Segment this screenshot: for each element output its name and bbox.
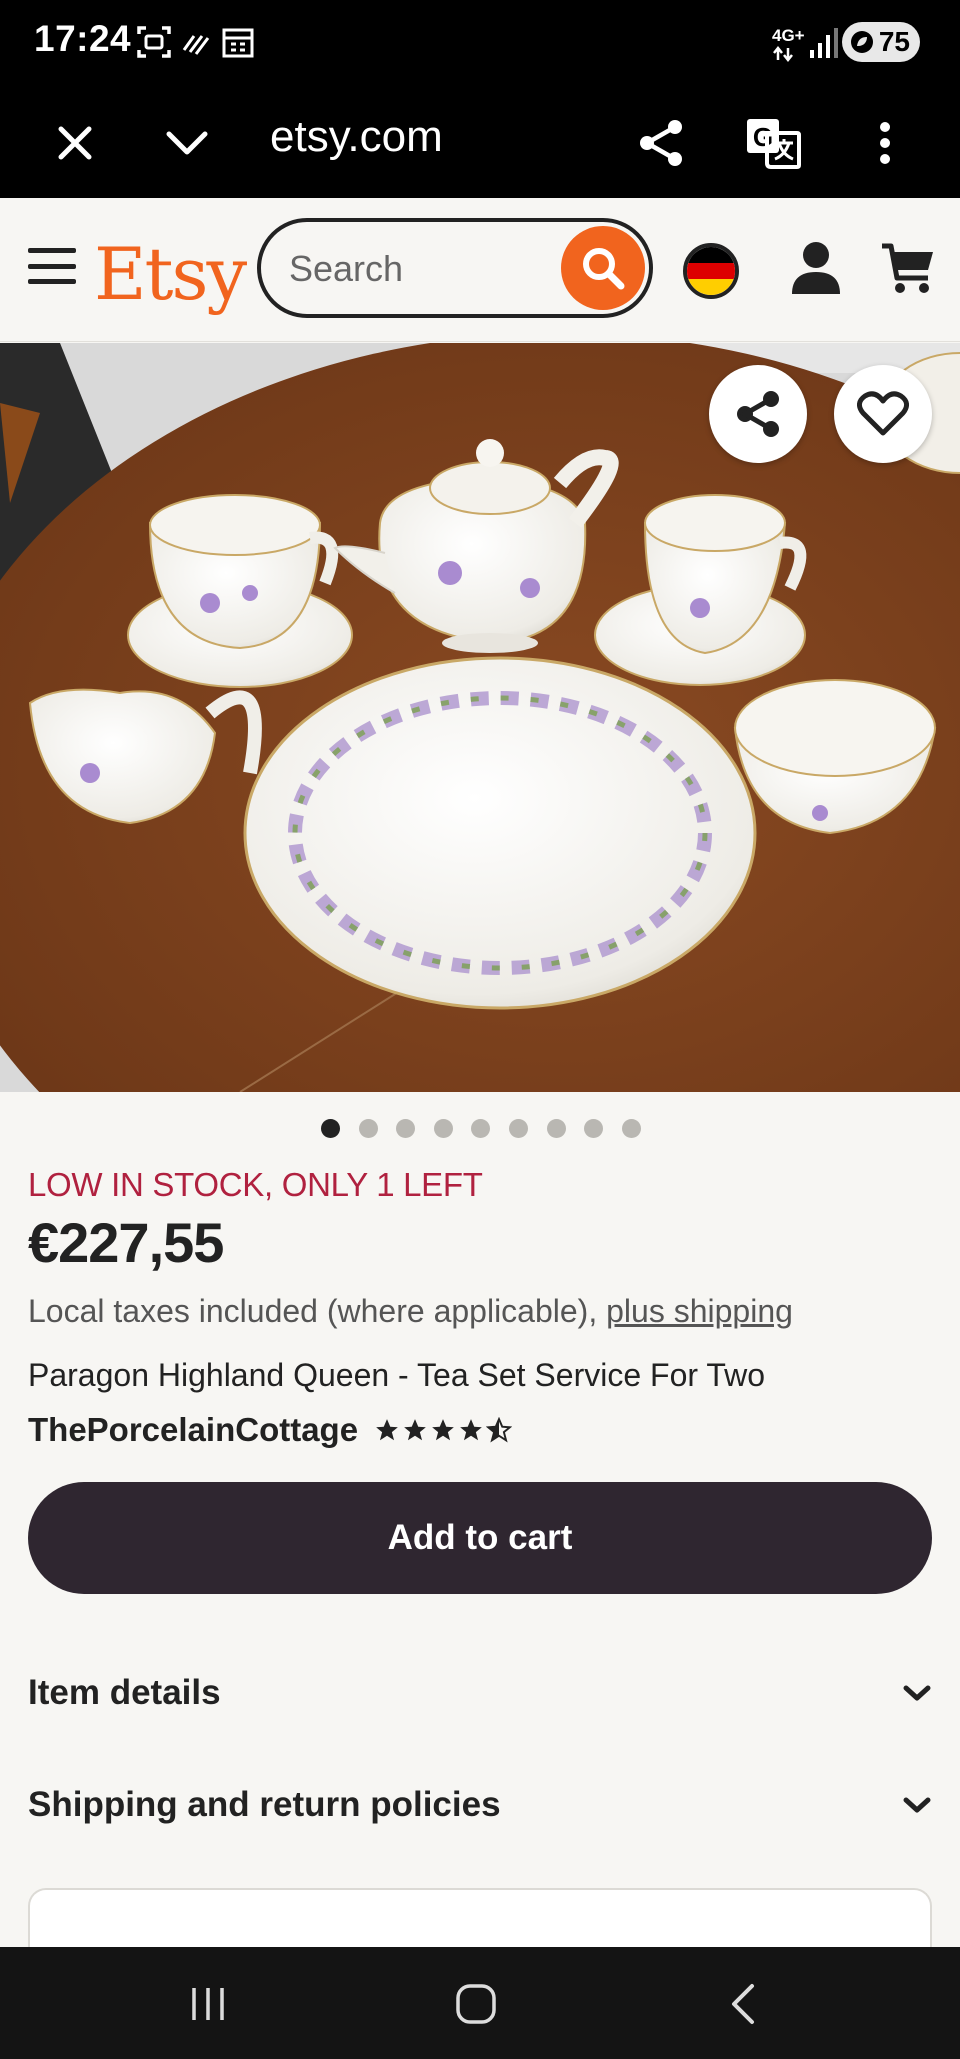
rating-stars[interactable]	[374, 1417, 513, 1443]
search-bar	[257, 218, 653, 318]
star-full-icon	[376, 1419, 398, 1441]
favorite-button[interactable]	[834, 365, 932, 463]
status-time: 17:24	[34, 18, 132, 59]
battery-indicator: 75	[842, 22, 920, 62]
shipping-policies-label: Shipping and return policies	[28, 1785, 501, 1824]
screenshot-icon	[137, 26, 171, 58]
carousel-dot-4[interactable]	[433, 1119, 453, 1138]
item-details-label: Item details	[28, 1673, 221, 1712]
shop-name[interactable]: ThePorcelainCottage	[28, 1411, 358, 1449]
share-page-button[interactable]	[626, 108, 696, 178]
close-icon	[58, 126, 92, 160]
overflow-menu-button[interactable]	[850, 108, 920, 178]
carousel-dot-2[interactable]	[358, 1119, 378, 1138]
more-vert-icon	[880, 122, 890, 164]
system-nav-bar	[0, 1947, 960, 2059]
shop-row: ThePorcelainCottage	[28, 1411, 513, 1449]
chevron-down-icon	[903, 1797, 931, 1813]
etsy-logo[interactable]: Etsy	[94, 232, 247, 316]
stock-notice: LOW IN STOCK, ONLY 1 LEFT	[28, 1166, 483, 1203]
star-full-icon	[460, 1419, 482, 1441]
svg-text:G: G	[753, 122, 773, 152]
carousel-dot-3[interactable]	[396, 1119, 416, 1138]
battery-level: 75	[878, 26, 910, 57]
hamburger-icon[interactable]	[28, 248, 76, 284]
germany-flag-icon[interactable]	[683, 243, 739, 299]
recents-button[interactable]	[178, 1977, 238, 2031]
shipping-policies-section[interactable]: Shipping and return policies	[28, 1775, 932, 1835]
status-bar: 17:24 4G+ 75	[0, 0, 960, 86]
carousel-dot-6[interactable]	[508, 1119, 528, 1138]
carousel-dot-1[interactable]	[321, 1119, 340, 1138]
tea-set-photo	[0, 343, 960, 1092]
search-icon	[583, 248, 625, 290]
network-type-icon: 4G+	[772, 26, 805, 45]
translate-icon: G	[747, 119, 801, 169]
home-icon	[456, 1984, 496, 2024]
search-button[interactable]	[561, 226, 645, 310]
share-image-button[interactable]	[709, 365, 807, 463]
translate-button[interactable]: G	[738, 108, 808, 178]
cart-icon[interactable]	[880, 240, 936, 296]
data-arrows-icon	[773, 46, 793, 62]
product-image[interactable]	[0, 343, 960, 1092]
star-half-icon	[486, 1417, 513, 1443]
minimize-button[interactable]	[152, 108, 222, 178]
product-title: Paragon Highland Queen - Tea Set Service…	[28, 1357, 766, 1393]
star-full-icon	[404, 1419, 426, 1441]
carousel-dot-9[interactable]	[621, 1119, 641, 1138]
chevron-down-icon	[903, 1685, 931, 1701]
url-display[interactable]: etsy.com	[270, 112, 443, 162]
share-icon	[737, 391, 779, 437]
share-icon	[640, 120, 682, 166]
site-header: Etsy	[0, 198, 960, 342]
carousel-dot-8[interactable]	[584, 1119, 604, 1138]
carousel-dot-5[interactable]	[471, 1119, 491, 1138]
chevron-down-icon	[166, 131, 208, 155]
taxes-note: Local taxes included (where applicable),…	[28, 1293, 793, 1330]
carousel-dot-7[interactable]	[546, 1119, 566, 1138]
user-icon[interactable]	[790, 240, 842, 296]
star-full-icon	[432, 1419, 454, 1441]
signal-icon	[810, 28, 838, 58]
battery-saver-icon	[851, 31, 873, 53]
shipping-link[interactable]: plus shipping	[606, 1293, 793, 1329]
taxes-text: Local taxes included (where applicable),	[28, 1293, 607, 1329]
back-icon	[732, 1984, 754, 2024]
back-button[interactable]	[714, 1977, 774, 2031]
home-button[interactable]	[446, 1977, 506, 2031]
item-details-section[interactable]: Item details	[28, 1663, 932, 1723]
close-tab-button[interactable]	[40, 108, 110, 178]
add-to-cart-button[interactable]: Add to cart	[28, 1482, 932, 1594]
price: €227,55	[28, 1211, 224, 1274]
search-input[interactable]	[289, 244, 539, 294]
wifi-calling-icon	[182, 35, 210, 55]
browser-toolbar: etsy.com G	[0, 86, 960, 198]
recents-icon	[192, 1988, 224, 2020]
image-carousel-dots	[321, 1119, 641, 1138]
calendar-icon	[222, 28, 254, 58]
heart-icon	[857, 391, 909, 436]
